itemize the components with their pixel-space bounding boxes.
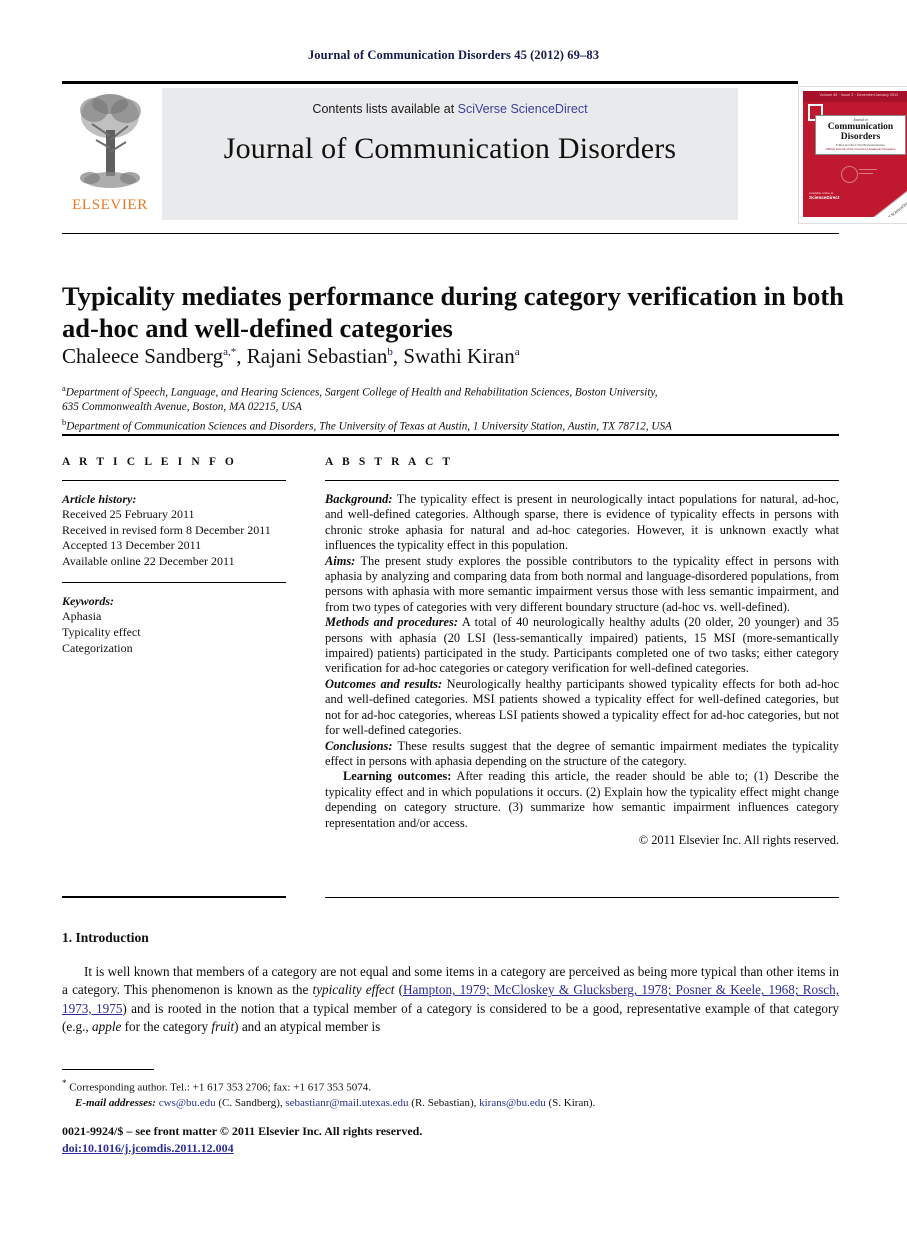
cover-name-line2: Disorders bbox=[840, 132, 881, 142]
abstract-background: Background: The typicality effect is pre… bbox=[325, 492, 839, 554]
affiliation-a-line2: 635 Commonwealth Avenue, Boston, MA 0221… bbox=[62, 401, 302, 414]
elsevier-tree-icon bbox=[80, 94, 141, 188]
intro-italic-typicality-effect: typicality effect bbox=[312, 982, 395, 998]
email-link-kiran[interactable]: kirans@bu.edu bbox=[479, 1097, 546, 1109]
abstract-conclusions-text: These results suggest that the degree of… bbox=[325, 738, 839, 768]
elsevier-logo: ELSEVIER bbox=[62, 88, 158, 220]
elsevier-wordmark: ELSEVIER bbox=[72, 197, 148, 213]
affiliation-b-text: Department of Communication Sciences and… bbox=[66, 420, 672, 433]
abstract-rule bbox=[325, 480, 839, 481]
footnote-block: * Corresponding author. Tel.: +1 617 353… bbox=[62, 1076, 839, 1111]
abstract-aims-label: Aims: bbox=[325, 553, 356, 568]
cover-title-box: Journal of Communication Disorders Edito… bbox=[815, 115, 906, 155]
contents-lists-line: Contents lists available at SciVerse Sci… bbox=[162, 102, 738, 116]
article-info-column: A R T I C L E I N F O Article history: R… bbox=[62, 456, 292, 656]
cover-issue-line: Volume 45 · Issue 2 · December/January 2… bbox=[819, 93, 899, 97]
article-history-label: Article history: bbox=[62, 492, 137, 506]
masthead-top-rule bbox=[62, 81, 798, 84]
running-head: Journal of Communication Disorders 45 (2… bbox=[307, 48, 600, 62]
article-page: Journal of Communication Disorders 45 (2… bbox=[0, 0, 907, 1238]
abstract-bottom-rule bbox=[325, 897, 839, 898]
corresponding-author-text: Corresponding author. Tel.: +1 617 353 2… bbox=[66, 1081, 371, 1094]
doi-link[interactable]: doi:10.1016/j.jcomdis.2011.12.004 bbox=[62, 1141, 234, 1156]
email-owner-sandberg: (C. Sandberg), bbox=[215, 1096, 283, 1109]
intro-text-part4: for the category bbox=[121, 1019, 212, 1035]
cover-official-line: Official Journal of the Council of Acade… bbox=[825, 147, 896, 151]
keyword-item: Categorization bbox=[62, 640, 133, 655]
email-link-sebastian[interactable]: sebastianr@mail.utexas.edu bbox=[285, 1097, 408, 1109]
abstract-copyright: © 2011 Elsevier Inc. All rights reserved… bbox=[638, 832, 839, 847]
email-owner-kiran: (S. Kiran). bbox=[545, 1096, 596, 1109]
cover-sd-word: ScienceDirect bbox=[809, 195, 840, 200]
intro-italic-apple: apple bbox=[92, 1019, 122, 1035]
affiliation-a: aDepartment of Speech, Language, and Hea… bbox=[62, 381, 852, 400]
history-accepted: Accepted 13 December 2011 bbox=[62, 538, 202, 553]
contents-prefix: Contents lists available at bbox=[312, 102, 458, 116]
abstract-aims-text: The present study explores the possible … bbox=[325, 553, 839, 614]
cover-name-line1: Communication bbox=[827, 122, 894, 132]
history-revised: Received in revised form 8 December 2011 bbox=[62, 522, 271, 537]
abstract-outcomes-label: Outcomes and results: bbox=[325, 676, 443, 691]
learning-outcomes-label: Learning outcomes: bbox=[343, 769, 452, 784]
cover-journal-name: Communication Disorders bbox=[816, 122, 905, 142]
masthead-box: Contents lists available at SciVerse Sci… bbox=[162, 88, 738, 220]
corresponding-author-note: * Corresponding author. Tel.: +1 617 353… bbox=[62, 1076, 839, 1096]
history-online: Available online 22 December 2011 bbox=[62, 553, 235, 568]
article-info-label: A R T I C L E I N F O bbox=[62, 456, 237, 468]
abstract-methods: Methods and procedures: A total of 40 ne… bbox=[325, 615, 839, 677]
masthead-bottom-rule bbox=[62, 233, 839, 234]
email-link-sandberg[interactable]: cws@bu.edu bbox=[159, 1097, 216, 1109]
footnote-rule bbox=[62, 1069, 154, 1070]
abstract-learning-outcomes: Learning outcomes: After reading this ar… bbox=[325, 769, 839, 831]
keyword-item: Aphasia bbox=[62, 609, 102, 624]
journal-title: Journal of Communication Disorders bbox=[223, 132, 677, 165]
article-info-rule bbox=[62, 480, 286, 481]
keyword-item: Typicality effect bbox=[62, 624, 141, 639]
abstract-column: A B S T R A C T Background: The typicali… bbox=[325, 456, 839, 848]
affiliation-a-line1: Department of Speech, Language, and Hear… bbox=[65, 386, 658, 399]
intro-text-part2: ( bbox=[394, 982, 403, 998]
abstract-methods-label: Methods and procedures: bbox=[325, 615, 458, 630]
abstract-background-text: The typicality effect is present in neur… bbox=[325, 492, 839, 553]
abstract-body: Background: The typicality effect is pre… bbox=[325, 492, 839, 848]
cover-seal-icon bbox=[841, 166, 877, 183]
abstract-background-label: Background: bbox=[325, 492, 393, 506]
author-list: Chaleece Sandberga,*, Rajani Sebastianb,… bbox=[62, 344, 520, 368]
intro-text-part5: ) and an atypical member is bbox=[234, 1019, 381, 1035]
issn-front-matter-line: 0021-9924/$ – see front matter © 2011 El… bbox=[62, 1124, 423, 1138]
abstract-outcomes: Outcomes and results: Neurologically hea… bbox=[325, 677, 839, 739]
info-section-top-rule bbox=[62, 434, 839, 436]
page-title: Typicality mediates performance during c… bbox=[62, 280, 844, 343]
affiliation-b: bDepartment of Communication Sciences an… bbox=[62, 415, 852, 434]
keywords-divider-rule bbox=[62, 582, 286, 584]
keywords-label: Keywords: bbox=[62, 594, 114, 609]
article-history-group: Article history: Received 25 February 20… bbox=[62, 492, 292, 569]
keywords-group: Keywords: Aphasia Typicality effect Cate… bbox=[62, 594, 292, 656]
introduction-paragraph: It is well known that members of a categ… bbox=[62, 963, 839, 1037]
abstract-conclusions-label: Conclusions: bbox=[325, 738, 393, 753]
intro-italic-fruit: fruit bbox=[211, 1019, 235, 1035]
cover-art: Volume 45 · Issue 2 · December/January 2… bbox=[803, 91, 907, 217]
journal-masthead: ELSEVIER Contents lists available at Sci… bbox=[62, 86, 907, 224]
section-heading-introduction: 1. Introduction bbox=[62, 930, 149, 945]
abstract-aims: Aims: The present study explores the pos… bbox=[325, 554, 839, 616]
email-addresses-line: E-mail addresses: cws@bu.edu (C. Sandber… bbox=[75, 1096, 839, 1111]
journal-cover-thumbnail: Volume 45 · Issue 2 · December/January 2… bbox=[798, 86, 907, 224]
abstract-label: A B S T R A C T bbox=[325, 456, 454, 468]
sciencedirect-link[interactable]: SciVerse ScienceDirect bbox=[458, 102, 588, 116]
abstract-conclusions: Conclusions: These results suggest that … bbox=[325, 739, 839, 770]
history-received: Received 25 February 2011 bbox=[62, 507, 195, 521]
email-addresses-label: E-mail addresses: bbox=[75, 1096, 156, 1109]
affiliations: aDepartment of Speech, Language, and Hea… bbox=[62, 381, 852, 434]
email-owner-sebastian: (R. Sebastian), bbox=[408, 1096, 477, 1109]
info-bottom-rule bbox=[62, 896, 286, 899]
cover-sciencedirect-mark: Available online at ScienceDirect bbox=[809, 191, 857, 203]
